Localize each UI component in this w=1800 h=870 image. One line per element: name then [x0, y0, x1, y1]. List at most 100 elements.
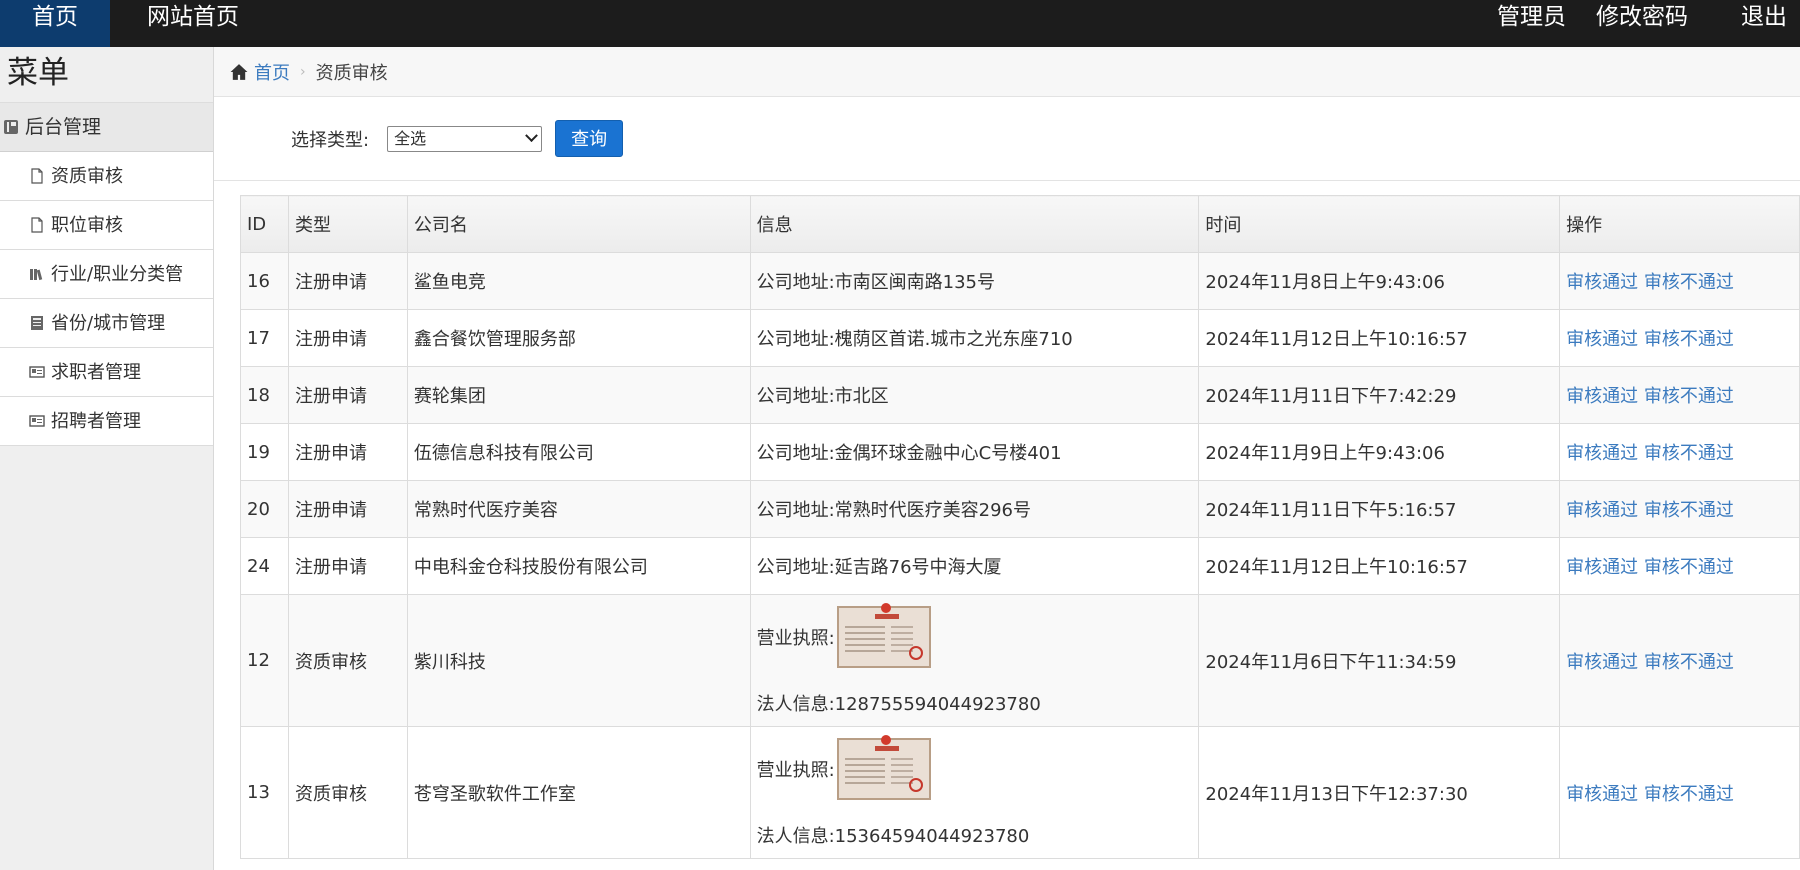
sidebar-title: 菜单: [0, 47, 213, 103]
sidebar-item-jobseeker[interactable]: 求职者管理: [0, 348, 213, 397]
cell-actions: 审核通过 审核不通过: [1559, 252, 1800, 310]
sidebar-section-admin[interactable]: 后台管理: [0, 103, 213, 152]
approve-link[interactable]: 审核通过: [1566, 652, 1638, 673]
reject-link[interactable]: 审核不通过: [1644, 329, 1734, 350]
cell-id: 18: [240, 366, 289, 424]
query-button[interactable]: 查询: [555, 120, 624, 157]
nav-admin-link[interactable]: 管理员: [1497, 0, 1566, 34]
sidebar-item-label: 职位审核: [51, 214, 123, 236]
approve-link[interactable]: 审核通过: [1566, 443, 1638, 464]
cell-company: 伍德信息科技有限公司: [406, 423, 751, 481]
cell-info: 营业执照: 法人信息:15364594044923780: [749, 726, 1200, 859]
sidebar-item-label: 招聘者管理: [51, 410, 141, 432]
table-row: 17 注册申请 鑫合餐饮管理服务部 公司地址:槐荫区首诺.城市之光东座710 2…: [240, 309, 1800, 367]
approve-link[interactable]: 审核通过: [1566, 386, 1638, 407]
cell-actions: 审核通过 审核不通过: [1559, 726, 1800, 859]
sidebar-item-position[interactable]: 职位审核: [0, 201, 213, 250]
license-line: 营业执照:: [756, 734, 1199, 800]
reject-link[interactable]: 审核不通过: [1644, 784, 1734, 805]
license-text-lines: [844, 757, 885, 788]
nav-logout-link[interactable]: 退出: [1741, 0, 1787, 34]
cell-time: 2024年11月11日下午5:16:57: [1198, 480, 1561, 538]
sidebar-item-label: 资质审核: [51, 165, 123, 187]
license-header-bar: [874, 613, 899, 619]
approve-link[interactable]: 审核通过: [1566, 500, 1638, 521]
business-license-image[interactable]: [836, 602, 931, 668]
cell-id: 16: [240, 252, 289, 310]
table-header-row: ID 类型 公司名 信息 时间 操作: [240, 195, 1800, 253]
book-icon: [29, 315, 45, 331]
cell-time: 2024年11月13日下午12:37:30: [1198, 726, 1561, 859]
cell-info: 公司地址:市北区: [749, 366, 1200, 424]
business-license-image[interactable]: [836, 734, 931, 800]
cell-info: 公司地址:常熟时代医疗美容296号: [749, 480, 1200, 538]
seal-icon: [908, 645, 923, 660]
license-text-lines: [844, 625, 885, 656]
cell-id: 20: [240, 480, 289, 538]
cell-company: 常熟时代医疗美容: [406, 480, 751, 538]
cell-time: 2024年11月8日上午9:43:06: [1198, 252, 1561, 310]
main-content: 首页 › 资质审核 选择类型: 全选 查询 ID 类型 公司名 信息 时间 操作: [214, 47, 1800, 870]
file-icon: [29, 217, 45, 233]
table-row: 16 注册申请 鲨鱼电竞 公司地址:市南区闽南路135号 2024年11月8日上…: [240, 252, 1800, 310]
cell-id: 19: [240, 423, 289, 481]
audit-table: ID 类型 公司名 信息 时间 操作 16 注册申请 鲨鱼电竞 公司地址:市南区…: [240, 195, 1800, 859]
sidebar-item-label: 行业/职业分类管: [51, 263, 184, 285]
cell-type: 注册申请: [287, 309, 408, 367]
nav-change-password-link[interactable]: 修改密码: [1596, 0, 1688, 34]
filter-bar: 选择类型: 全选 查询: [214, 97, 1800, 181]
approve-link[interactable]: 审核通过: [1566, 272, 1638, 293]
reject-link[interactable]: 审核不通过: [1644, 500, 1734, 521]
cell-type: 注册申请: [287, 252, 408, 310]
table-row: 20 注册申请 常熟时代医疗美容 公司地址:常熟时代医疗美容296号 2024年…: [240, 480, 1800, 538]
cell-id: 13: [240, 726, 289, 859]
sidebar-item-qualification[interactable]: 资质审核: [0, 152, 213, 201]
sidebar: 菜单 后台管理 资质审核 职位审核 行业/职业分类管 省份/城市管理 求职者管理: [0, 47, 214, 870]
cell-company: 中电科金仓科技股份有限公司: [406, 537, 751, 595]
sidebar-item-label: 省份/城市管理: [51, 312, 166, 334]
nav-home-tab[interactable]: 首页: [0, 0, 110, 47]
emblem-icon: [880, 602, 891, 613]
reject-link[interactable]: 审核不通过: [1644, 443, 1734, 464]
table-row: 13 资质审核 苍穹圣歌软件工作室 营业执照: 法人信息:15364594044…: [240, 726, 1800, 859]
approve-link[interactable]: 审核通过: [1566, 557, 1638, 578]
header-time: 时间: [1198, 195, 1561, 253]
cell-time: 2024年11月12日上午10:16:57: [1198, 537, 1561, 595]
cell-time: 2024年11月9日上午9:43:06: [1198, 423, 1561, 481]
reject-link[interactable]: 审核不通过: [1644, 652, 1734, 673]
sidebar-item-province-city[interactable]: 省份/城市管理: [0, 299, 213, 348]
seal-icon: [908, 777, 923, 792]
cell-company: 苍穹圣歌软件工作室: [406, 726, 751, 859]
cell-time: 2024年11月11日下午7:42:29: [1198, 366, 1561, 424]
cell-type: 注册申请: [287, 480, 408, 538]
header-company: 公司名: [406, 195, 751, 253]
header-info: 信息: [749, 195, 1200, 253]
cell-info: 公司地址:市南区闽南路135号: [749, 252, 1200, 310]
cell-actions: 审核通过 审核不通过: [1559, 594, 1800, 727]
license-header-bar: [874, 745, 899, 751]
cell-time: 2024年11月6日下午11:34:59: [1198, 594, 1561, 727]
cell-id: 24: [240, 537, 289, 595]
reject-link[interactable]: 审核不通过: [1644, 272, 1734, 293]
license-line: 营业执照:: [757, 602, 1199, 668]
license-label: 营业执照:: [756, 759, 835, 781]
cell-actions: 审核通过 审核不通过: [1559, 537, 1800, 595]
sidebar-item-recruiter[interactable]: 招聘者管理: [0, 397, 213, 446]
breadcrumb-home-link[interactable]: 首页: [254, 59, 290, 85]
nav-site-home-link[interactable]: 网站首页: [147, 0, 239, 34]
file-icon: [29, 168, 45, 184]
reject-link[interactable]: 审核不通过: [1644, 386, 1734, 407]
cell-company: 赛轮集团: [406, 366, 751, 424]
cell-type: 注册申请: [287, 423, 408, 481]
legal-info: 法人信息:15364594044923780: [756, 825, 1030, 847]
sidebar-item-industry[interactable]: 行业/职业分类管: [0, 250, 213, 299]
chevron-down-icon: [525, 128, 538, 142]
approve-link[interactable]: 审核通过: [1566, 784, 1638, 805]
cell-id: 17: [240, 309, 289, 367]
type-select[interactable]: 全选: [387, 125, 543, 152]
cell-info: 公司地址:槐荫区首诺.城市之光东座710: [749, 309, 1200, 367]
cell-company: 鲨鱼电竞: [406, 252, 751, 310]
reject-link[interactable]: 审核不通过: [1644, 557, 1734, 578]
header-actions: 操作: [1559, 195, 1800, 253]
approve-link[interactable]: 审核通过: [1566, 329, 1638, 350]
